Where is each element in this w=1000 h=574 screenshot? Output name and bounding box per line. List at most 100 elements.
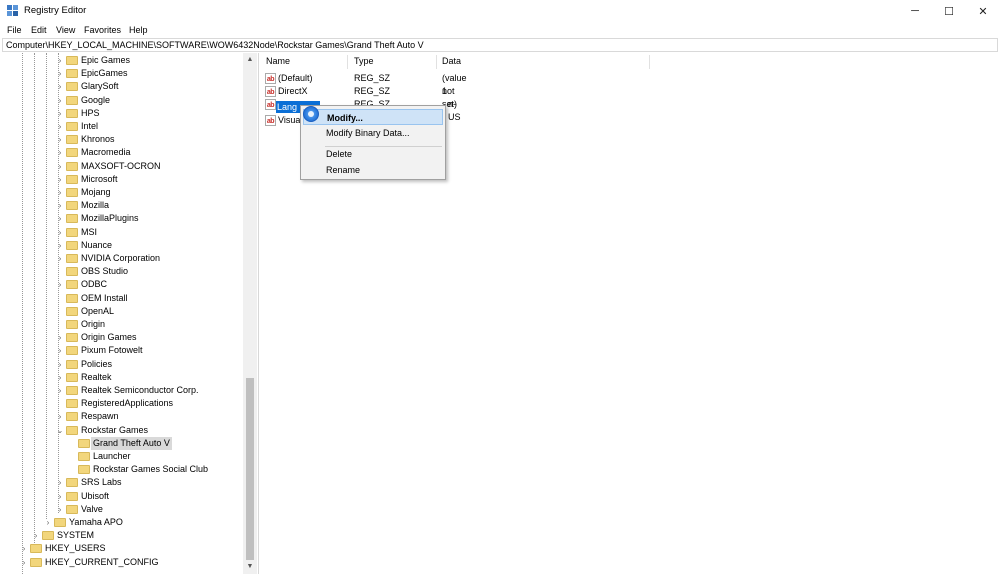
chevron-right-icon[interactable]: ›	[56, 212, 64, 225]
tree-item[interactable]: › HPS	[2, 107, 242, 120]
tree-item[interactable]: RegisteredApplications	[2, 397, 242, 410]
chevron-right-icon[interactable]: ›	[56, 107, 64, 120]
chevron-right-icon[interactable]: ›	[56, 133, 64, 146]
chevron-right-icon[interactable]: ›	[56, 94, 64, 107]
tree-item[interactable]: › Mozilla	[2, 199, 242, 212]
scroll-down-icon[interactable]: ▼	[243, 560, 257, 574]
tree-item[interactable]: OpenAL	[2, 305, 242, 318]
menu-help[interactable]: Help	[129, 25, 148, 35]
tree-item[interactable]: Rockstar Games Social Club	[2, 463, 242, 476]
context-menu-rename[interactable]: Rename	[303, 162, 443, 178]
context-menu-modify-binary[interactable]: Modify Binary Data...	[303, 125, 443, 141]
tree-item[interactable]: › MAXSOFT-OCRON	[2, 160, 242, 173]
chevron-right-icon[interactable]: ›	[56, 503, 64, 516]
tree-item[interactable]: › Policies	[2, 358, 242, 371]
chevron-right-icon[interactable]: ›	[56, 490, 64, 503]
tree-item[interactable]: › Nuance	[2, 239, 242, 252]
column-header-name[interactable]: Name	[266, 56, 290, 66]
chevron-right-icon[interactable]: ›	[56, 384, 64, 397]
minimize-button[interactable]: ─	[898, 0, 932, 22]
chevron-right-icon[interactable]: ›	[56, 278, 64, 291]
tree-item[interactable]: › Mojang	[2, 186, 242, 199]
column-header-data[interactable]: Data	[442, 56, 461, 66]
tree-item[interactable]: › Yamaha APO	[2, 516, 242, 529]
tree-item[interactable]: › Ubisoft	[2, 490, 242, 503]
folder-icon	[66, 399, 78, 409]
scroll-up-icon[interactable]: ▲	[243, 53, 257, 67]
chevron-right-icon[interactable]: ›	[56, 146, 64, 159]
folder-icon	[66, 425, 78, 435]
chevron-right-icon[interactable]: ›	[56, 226, 64, 239]
maximize-button[interactable]: ☐	[932, 0, 966, 22]
tree-item[interactable]: › Realtek Semiconductor Corp.	[2, 384, 242, 397]
chevron-right-icon[interactable]: ›	[56, 160, 64, 173]
menu-file[interactable]: File	[7, 25, 22, 35]
tree-item[interactable]: › GlarySoft	[2, 80, 242, 93]
tree-item[interactable]: › SYSTEM	[2, 529, 242, 542]
tree-item[interactable]: › Origin Games	[2, 331, 242, 344]
tree-scrollbar[interactable]: ▲ ▼	[243, 53, 257, 574]
tree-item[interactable]: ⌄ Rockstar Games	[2, 424, 242, 437]
tree-item[interactable]: › Pixum Fotowelt	[2, 344, 242, 357]
column-separator[interactable]	[347, 55, 348, 69]
chevron-right-icon[interactable]: ›	[20, 542, 28, 555]
tree-item-label: MAXSOFT-OCRON	[81, 160, 161, 171]
tree-item[interactable]: › Valve	[2, 503, 242, 516]
column-separator[interactable]	[649, 55, 650, 69]
chevron-right-icon[interactable]: ›	[56, 239, 64, 252]
value-type: REG_SZ	[354, 73, 391, 83]
chevron-right-icon[interactable]: ›	[44, 516, 52, 529]
tree-item[interactable]: › Respawn	[2, 410, 242, 423]
chevron-right-icon[interactable]: ›	[56, 199, 64, 212]
tree-item[interactable]: › Microsoft	[2, 173, 242, 186]
menu-edit[interactable]: Edit	[31, 25, 47, 35]
column-separator[interactable]	[436, 55, 437, 69]
tree-item[interactable]: › Epic Games	[2, 54, 242, 67]
selected-value-name[interactable]: Lang	[277, 101, 297, 113]
tree-item[interactable]: OEM Install	[2, 292, 242, 305]
tree-item[interactable]: › Google	[2, 94, 242, 107]
chevron-right-icon[interactable]: ›	[56, 252, 64, 265]
tree-item[interactable]: › HKEY_USERS	[2, 542, 242, 555]
chevron-right-icon[interactable]: ›	[56, 358, 64, 371]
tree-item[interactable]: › MSI	[2, 226, 242, 239]
chevron-right-icon[interactable]: ›	[56, 80, 64, 93]
tree-item[interactable]: OBS Studio	[2, 265, 242, 278]
tree-item[interactable]: › Macromedia	[2, 146, 242, 159]
tree-item[interactable]: › Realtek	[2, 371, 242, 384]
chevron-right-icon[interactable]: ›	[56, 410, 64, 423]
chevron-right-icon[interactable]: ›	[56, 120, 64, 133]
tree-item[interactable]: Launcher	[2, 450, 242, 463]
chevron-down-icon[interactable]: ⌄	[56, 424, 64, 437]
tree-item[interactable]: › Intel	[2, 120, 242, 133]
tree-item[interactable]: › NVIDIA Corporation	[2, 252, 242, 265]
chevron-right-icon[interactable]: ›	[32, 529, 40, 542]
tree-item[interactable]: › Khronos	[2, 133, 242, 146]
tree-item[interactable]: Origin	[2, 318, 242, 331]
chevron-right-icon[interactable]: ›	[20, 556, 28, 569]
key-tree[interactable]: › Epic Games › EpicGames › GlarySoft › Google › H…	[2, 53, 259, 574]
close-button[interactable]: ✕	[966, 0, 1000, 22]
tree-item[interactable]: › SRS Labs	[2, 476, 242, 489]
tree-item[interactable]: › HKEY_CURRENT_CONFIG	[2, 556, 242, 569]
folder-icon	[66, 214, 78, 224]
address-bar[interactable]: Computer\HKEY_LOCAL_MACHINE\SOFTWARE\WOW…	[2, 38, 998, 52]
tree-item[interactable]: › EpicGames	[2, 67, 242, 80]
context-menu-modify[interactable]: Modify...	[303, 109, 443, 125]
chevron-right-icon[interactable]: ›	[56, 186, 64, 199]
chevron-right-icon[interactable]: ›	[56, 173, 64, 186]
column-header-type[interactable]: Type	[354, 56, 374, 66]
tree-item-selected[interactable]: Grand Theft Auto V	[2, 436, 242, 450]
tree-item[interactable]: › ODBC	[2, 278, 242, 291]
chevron-right-icon[interactable]: ›	[56, 331, 64, 344]
tree-item[interactable]: › MozillaPlugins	[2, 212, 242, 225]
scroll-thumb[interactable]	[246, 378, 254, 560]
chevron-right-icon[interactable]: ›	[56, 54, 64, 67]
menu-view[interactable]: View	[56, 25, 75, 35]
chevron-right-icon[interactable]: ›	[56, 67, 64, 80]
context-menu-delete[interactable]: Delete	[303, 146, 443, 162]
menu-favorites[interactable]: Favorites	[84, 25, 121, 35]
chevron-right-icon[interactable]: ›	[56, 371, 64, 384]
chevron-right-icon[interactable]: ›	[56, 344, 64, 357]
chevron-right-icon[interactable]: ›	[56, 476, 64, 489]
